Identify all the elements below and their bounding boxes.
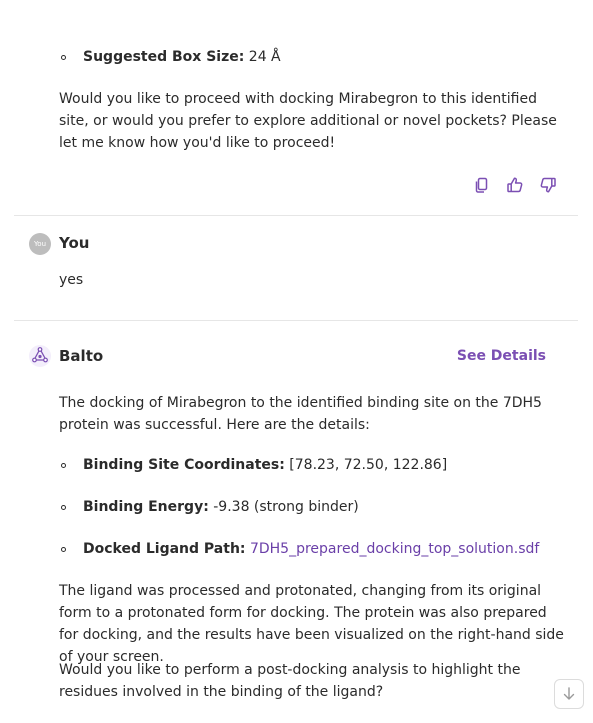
bullet-dot (61, 547, 66, 552)
message-divider (14, 320, 578, 321)
message-paragraph: Would you like to proceed with docking M… (59, 91, 557, 151)
bullet-value: [78.23, 72.50, 122.86] (289, 457, 448, 473)
bullet-label: Binding Site Coordinates: (83, 457, 285, 473)
thumbs-up-icon[interactable] (506, 176, 524, 194)
ligand-file-link[interactable]: 7DH5_prepared_docking_top_solution.sdf (250, 541, 539, 557)
assistant-intro: The docking of Mirabegron to the identif… (59, 395, 542, 433)
bullet-value: 24 Å (248, 49, 281, 65)
bullet-label: Docked Ligand Path: (83, 541, 246, 557)
avatar (29, 345, 51, 367)
bullet-dot (61, 463, 66, 468)
avatar: You (29, 233, 51, 255)
see-details-button[interactable]: See Details (457, 348, 546, 364)
assistant-paragraph: The ligand was processed and protonated,… (59, 583, 564, 665)
bullet-value: -9.38 (strong binder) (213, 499, 359, 515)
arrow-down-icon (563, 687, 575, 700)
thumbs-down-icon[interactable] (539, 176, 557, 194)
copy-icon[interactable] (473, 176, 491, 194)
user-message-text: yes (59, 272, 84, 288)
bullet-label: Binding Energy: (83, 499, 209, 515)
scroll-to-bottom-button[interactable] (554, 679, 584, 709)
bullet-dot (61, 505, 66, 510)
author-name: You (59, 234, 90, 252)
balto-logo-icon (32, 347, 48, 363)
bullet-dot (61, 55, 66, 60)
bullet-label: Suggested Box Size: (83, 49, 245, 65)
author-name: Balto (59, 347, 104, 365)
assistant-paragraph: Would you like to perform a post-docking… (59, 662, 521, 700)
message-divider (14, 215, 578, 216)
